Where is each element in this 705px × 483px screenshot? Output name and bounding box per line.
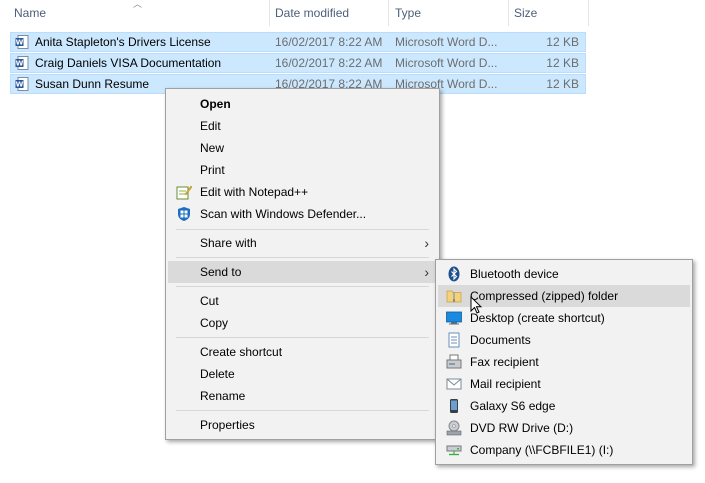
mouse-cursor-icon (470, 296, 482, 314)
mail-icon (446, 378, 462, 390)
network-drive-icon (446, 445, 462, 456)
column-divider[interactable] (588, 0, 589, 26)
menu-item-new[interactable]: New (168, 137, 437, 159)
menu-item-scan-defender[interactable]: Scan with Windows Defender... (168, 203, 437, 225)
menu-item-edit-notepad[interactable]: Edit with Notepad++ (168, 181, 437, 203)
menu-item-label: Compressed (zipped) folder (470, 289, 619, 303)
chevron-right-icon: › (424, 235, 429, 251)
menu-item-delete[interactable]: Delete (168, 363, 437, 385)
menu-item-rename[interactable]: Rename (168, 385, 437, 407)
menu-item-send-to[interactable]: Send to › (168, 261, 437, 283)
menu-item-copy[interactable]: Copy (168, 312, 437, 334)
word-document-icon: W (15, 35, 29, 49)
file-name: Anita Stapleton's Drivers License (35, 35, 211, 49)
file-row[interactable]: W Craig Daniels VISA Documentation 16/02… (10, 53, 586, 73)
menu-item-properties[interactable]: Properties (168, 414, 437, 436)
desktop-icon (446, 311, 462, 325)
column-name[interactable]: Name (8, 0, 270, 28)
notepad-plus-plus-icon (176, 185, 192, 200)
menu-item-cut[interactable]: Cut (168, 290, 437, 312)
windows-defender-shield-icon (178, 207, 190, 221)
sendto-dvd-drive[interactable]: DVD RW Drive (D:) (438, 417, 690, 439)
word-document-icon: W (15, 56, 29, 70)
documents-icon (448, 332, 460, 348)
column-size[interactable]: Size (508, 0, 588, 28)
zip-folder-icon (446, 290, 462, 303)
menu-item-create-shortcut[interactable]: Create shortcut (168, 341, 437, 363)
column-type[interactable]: Type (389, 0, 509, 28)
menu-item-label: Galaxy S6 edge (470, 399, 556, 413)
dvd-drive-icon (446, 420, 462, 436)
svg-text:W: W (16, 60, 24, 68)
menu-item-label: DVD RW Drive (D:) (470, 421, 574, 435)
menu-item-open[interactable]: Open (168, 93, 437, 115)
menu-item-label: Scan with Windows Defender... (200, 207, 367, 221)
svg-text:W: W (16, 81, 24, 89)
menu-separator (176, 337, 429, 338)
menu-item-label: Share with (200, 236, 257, 250)
svg-text:W: W (16, 39, 24, 47)
sendto-fax[interactable]: Fax recipient (438, 351, 690, 373)
menu-item-label: Company (\\FCBFILE1) (I:) (470, 443, 614, 457)
column-date-modified[interactable]: Date modified (269, 0, 389, 28)
word-document-icon: W (15, 77, 29, 91)
menu-item-print[interactable]: Print (168, 159, 437, 181)
fax-icon (446, 354, 462, 369)
file-row[interactable]: W Anita Stapleton's Drivers License 16/0… (10, 32, 586, 52)
menu-separator (176, 229, 429, 230)
menu-item-edit[interactable]: Edit (168, 115, 437, 137)
sendto-documents[interactable]: Documents (438, 329, 690, 351)
file-size: 12 KB (546, 77, 579, 91)
file-size: 12 KB (546, 35, 579, 49)
send-to-submenu: Bluetooth device Compressed (zipped) fol… (435, 259, 693, 465)
file-date: 16/02/2017 8:22 AM (275, 56, 383, 70)
file-name: Susan Dunn Resume (35, 77, 150, 91)
file-date: 16/02/2017 8:22 AM (275, 35, 383, 49)
sendto-mail[interactable]: Mail recipient (438, 373, 690, 395)
menu-item-label: Documents (470, 333, 531, 347)
file-size: 12 KB (546, 56, 579, 70)
chevron-right-icon: › (424, 264, 429, 280)
menu-item-label: Bluetooth device (470, 267, 559, 281)
menu-separator (176, 286, 429, 287)
menu-separator (176, 410, 429, 411)
file-type: Microsoft Word D... (395, 56, 498, 70)
sendto-bluetooth[interactable]: Bluetooth device (438, 263, 690, 285)
file-type: Microsoft Word D... (395, 35, 498, 49)
menu-item-label: Send to (200, 265, 242, 279)
menu-item-label: Desktop (create shortcut) (470, 311, 605, 325)
menu-item-label: Edit with Notepad++ (200, 185, 309, 199)
file-name: Craig Daniels VISA Documentation (35, 56, 222, 70)
column-header: ︿ Name Date modified Type Size (0, 0, 590, 28)
bluetooth-icon (448, 266, 460, 282)
context-menu: Open Edit New Print Edit with Notepad++ … (165, 88, 440, 440)
menu-item-label: Fax recipient (470, 355, 539, 369)
sendto-network-drive[interactable]: Company (\\FCBFILE1) (I:) (438, 439, 690, 461)
sendto-galaxy[interactable]: Galaxy S6 edge (438, 395, 690, 417)
phone-icon (450, 399, 458, 413)
menu-item-share-with[interactable]: Share with › (168, 232, 437, 254)
menu-item-label: Mail recipient (470, 377, 541, 391)
menu-separator (176, 257, 429, 258)
